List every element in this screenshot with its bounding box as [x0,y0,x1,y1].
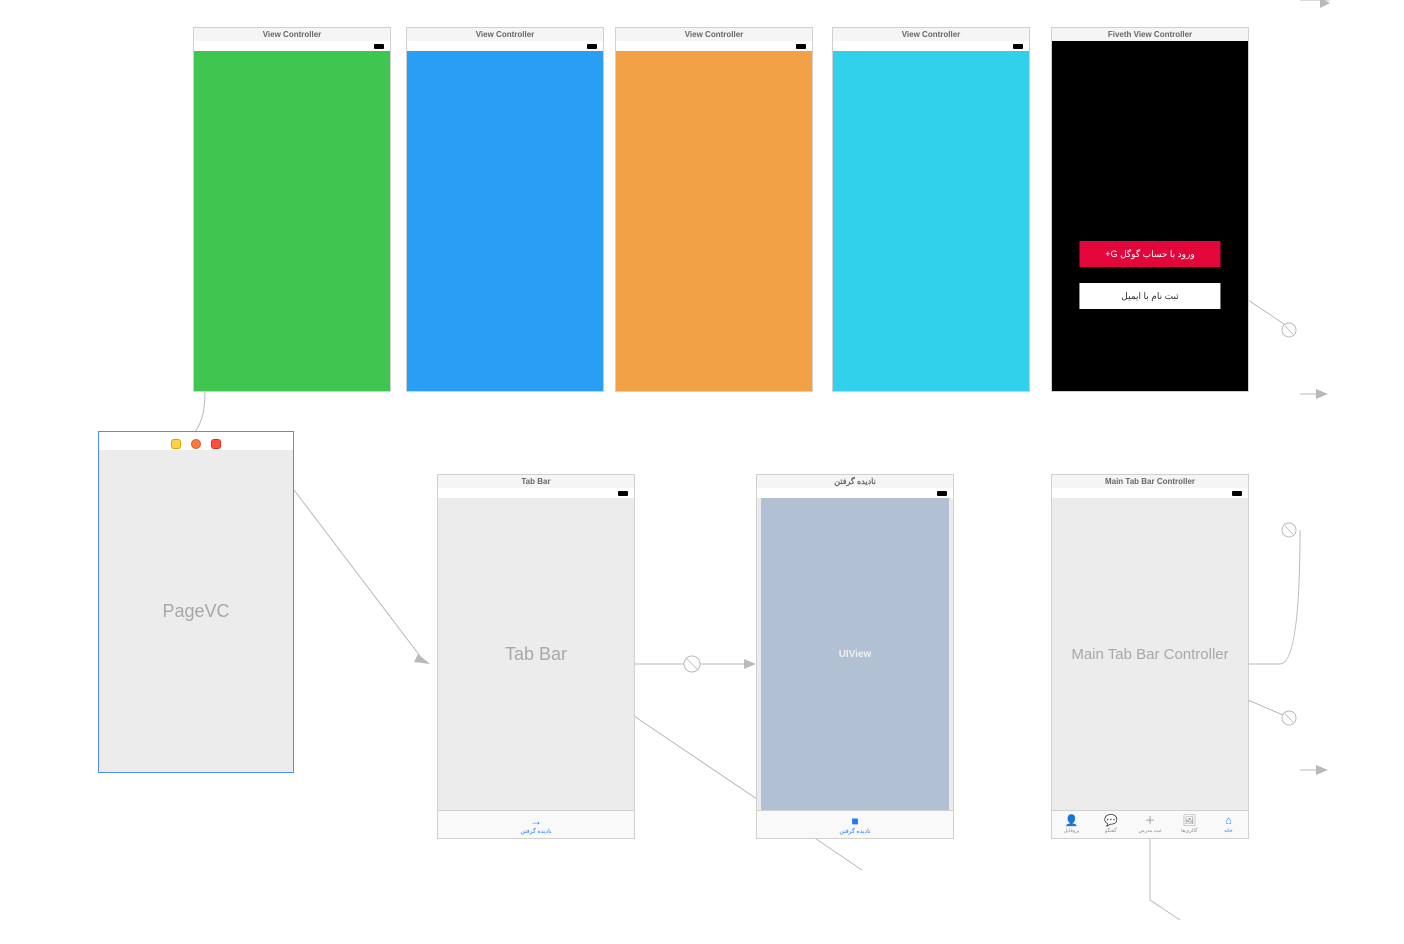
view-body [616,51,812,391]
tab-label: ثبت مدرس [1138,828,1161,834]
battery-icon [618,491,628,496]
tab-label: خانه [1224,828,1233,834]
status-bar [407,41,603,51]
tab-item-0[interactable]: ⌂خانه [1209,816,1248,834]
tab-icon: ＋ [1145,816,1156,827]
battery-icon [374,44,384,49]
scene-vc-blue[interactable]: View Controller [406,27,604,392]
scene-toolbar-icons [171,439,221,449]
main-tabbar-body: Main Tab Bar Controller [1052,498,1248,810]
view-body [194,51,390,391]
scene-tabbar[interactable]: Tab Bar Tab Bar → نادیده گرفتن [437,474,635,839]
status-bar [194,41,390,51]
status-bar [1052,488,1248,498]
tab-item-label[interactable]: نادیده گرفتن [520,828,551,835]
email-signup-button[interactable]: ثبت نام با ایمیل [1079,283,1220,309]
pagevc-body: PageVC [99,450,293,772]
scene-title: Tab Bar [438,475,634,488]
tab-bar: → نادیده گرفتن [438,810,634,838]
tab-item-2[interactable]: ＋ثبت مدرس [1130,816,1169,834]
scene-uiview[interactable]: نادیده گرفتن UIView ■ نادیده گرفتن [756,474,954,839]
scene-vc-orange[interactable]: View Controller [615,27,813,392]
uiview-inner: UIView [761,498,949,810]
scene-title: View Controller [407,28,603,41]
main-tabbar-body-label: Main Tab Bar Controller [1071,646,1228,663]
uiview-container: UIView [757,498,953,810]
status-bar [757,488,953,498]
scene-title: View Controller [616,28,812,41]
scene-title: Main Tab Bar Controller [1052,475,1248,488]
status-bar [833,41,1029,51]
vc-icon [171,439,181,449]
tab-icon: ⌂ [1225,816,1232,827]
battery-icon [796,44,806,49]
battery-icon [1232,491,1242,496]
google-login-button[interactable]: ورود با حساب گوگل G+ [1079,241,1220,267]
tabbar-body-label: Tab Bar [505,644,567,665]
scene-title: View Controller [194,28,390,41]
tab-icon: 🖼 [1182,816,1196,827]
status-bar [438,488,634,498]
tab-bar: ■ نادیده گرفتن [757,810,953,838]
scene-title: View Controller [833,28,1029,41]
tab-label: گالری‌ها [1181,828,1197,834]
uiview-label: UIView [839,649,872,660]
tab-bar: ⌂خانه🖼گالری‌ها＋ثبت مدرس💬گفتگو👤پروفایل [1052,810,1248,838]
battery-icon [1013,44,1023,49]
tab-label: پروفایل [1064,828,1080,834]
tab-item-1[interactable]: 🖼گالری‌ها [1170,816,1209,834]
status-bar [616,41,812,51]
pagevc-label: PageVC [162,601,229,622]
square-icon[interactable]: ■ [851,815,858,827]
tab-label: گفتگو [1105,828,1117,834]
tab-icon: 👤 [1065,816,1079,827]
scene-vc-cyan[interactable]: View Controller [832,27,1030,392]
first-responder-icon [191,439,201,449]
arrow-right-icon[interactable]: → [530,815,542,827]
tab-item-4[interactable]: 👤پروفایل [1052,816,1091,834]
view-body [833,51,1029,391]
battery-icon [587,44,597,49]
scene-main-tabbar-controller[interactable]: Main Tab Bar Controller Main Tab Bar Con… [1051,474,1249,839]
view-body: ورود با حساب گوگل G+ ثبت نام با ایمیل [1052,41,1248,391]
tabbar-body: Tab Bar [438,498,634,810]
view-body [407,51,603,391]
scene-pagevc[interactable]: PageVC [98,431,294,773]
scene-fiveth-vc[interactable]: Fiveth View Controller ورود با حساب گوگل… [1051,27,1249,392]
scene-title: نادیده گرفتن [757,475,953,488]
tab-item-3[interactable]: 💬گفتگو [1091,816,1130,834]
tab-item-label[interactable]: نادیده گرفتن [839,828,870,835]
scene-vc-green[interactable]: View Controller [193,27,391,392]
battery-icon [937,491,947,496]
scene-title: Fiveth View Controller [1052,28,1248,41]
exit-icon [211,439,221,449]
tab-icon: 💬 [1104,816,1118,827]
